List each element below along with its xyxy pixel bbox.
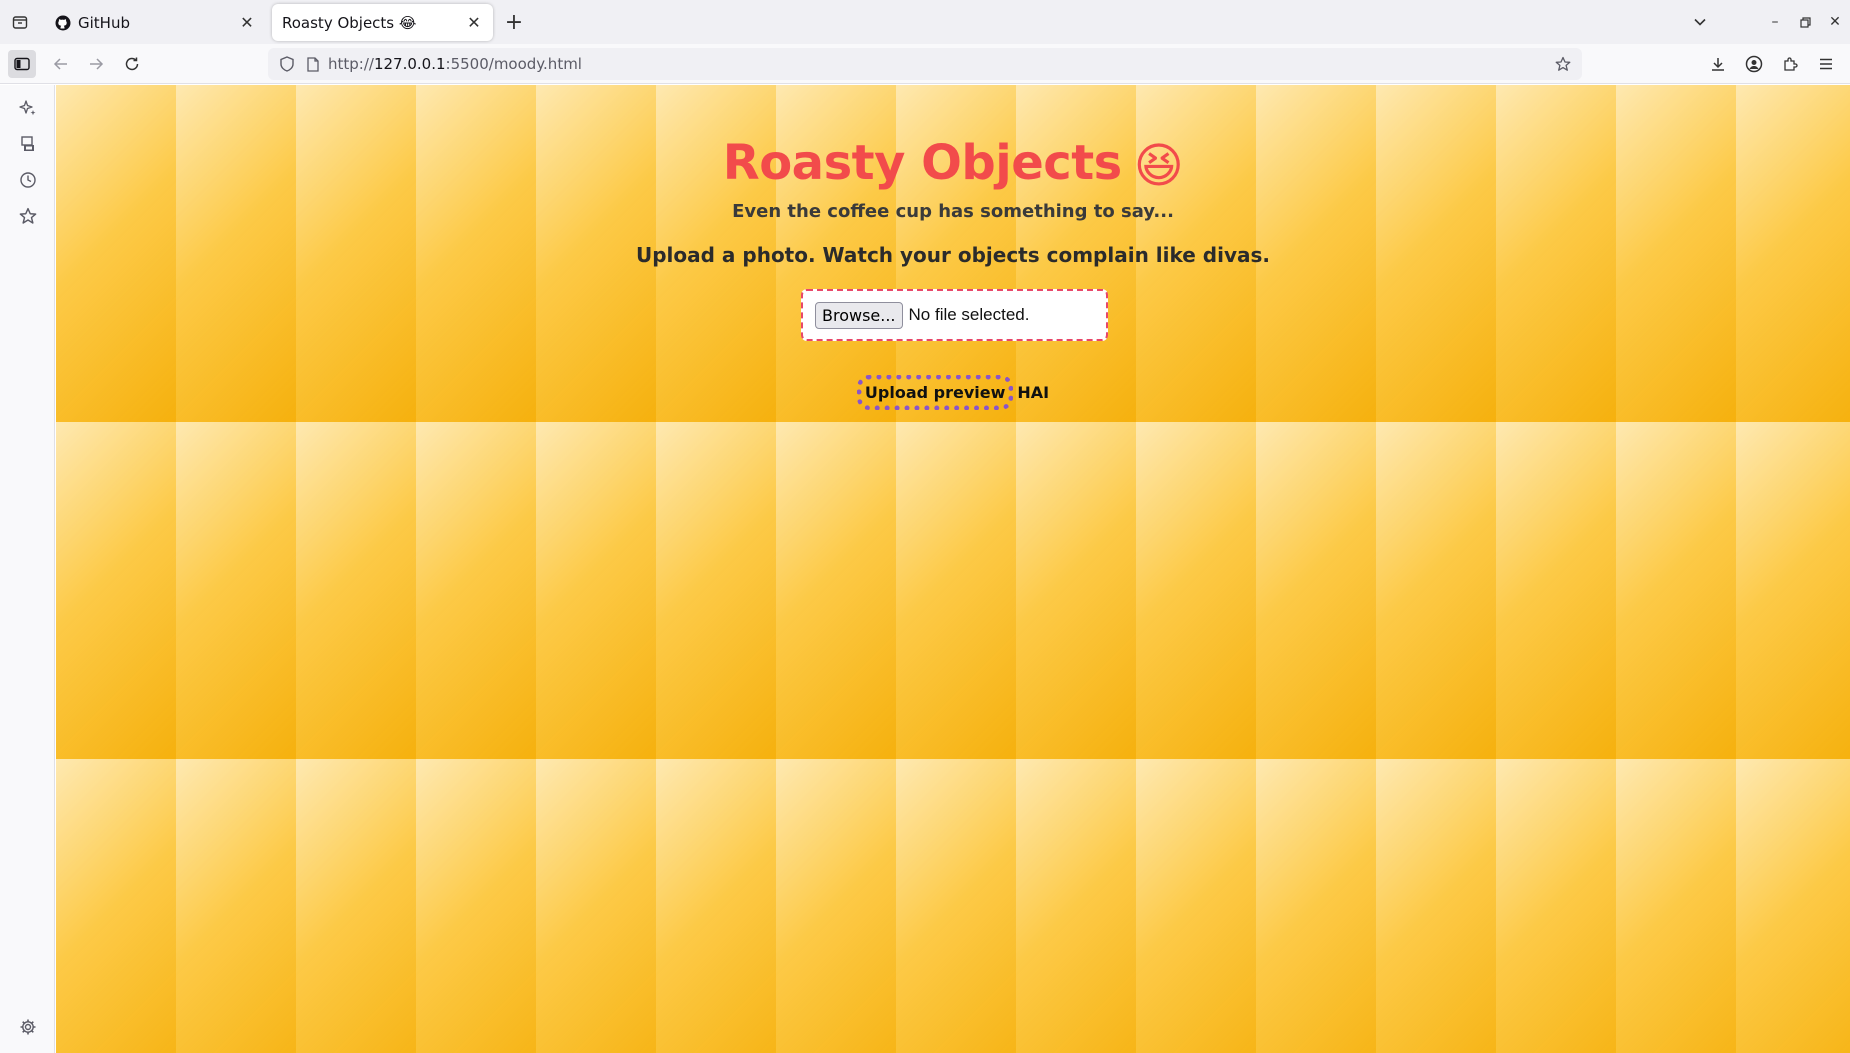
github-icon	[54, 14, 72, 32]
chevron-down-icon[interactable]	[1688, 11, 1712, 33]
preview-area: Upload preview HAI	[56, 375, 1850, 410]
tab-roasty-objects[interactable]: Roasty Objects 😂 ✕	[272, 4, 493, 41]
settings-gear-icon[interactable]	[16, 1015, 40, 1039]
close-icon[interactable]: ✕	[465, 13, 483, 32]
forward-arrow-icon[interactable]	[82, 50, 110, 78]
page-viewport: Roasty Objects 😆 Even the coffee cup has …	[56, 85, 1850, 1053]
reload-icon[interactable]	[118, 50, 146, 78]
shield-icon[interactable]	[276, 53, 298, 75]
file-status-text: No file selected.	[908, 305, 1030, 324]
synced-tabs-icon[interactable]	[16, 132, 40, 156]
restore-icon[interactable]	[1790, 7, 1820, 37]
bookmarks-star-icon[interactable]	[16, 204, 40, 228]
tab-strip: GitHub ✕ Roasty Objects 😂 ✕ + – ✕	[0, 0, 1850, 44]
hai-text: HAI	[1017, 383, 1050, 402]
sidebar-toggle-icon[interactable]	[8, 50, 36, 78]
new-tab-button[interactable]: +	[502, 10, 526, 35]
account-icon[interactable]	[1740, 50, 1768, 78]
file-upload-input[interactable]: Browse... No file selected.	[801, 289, 1108, 341]
extensions-icon[interactable]	[1776, 50, 1804, 78]
close-icon[interactable]: ✕	[238, 13, 256, 32]
history-clock-icon[interactable]	[16, 168, 40, 192]
upload-preview-image: Upload preview	[856, 375, 1014, 410]
close-window-icon[interactable]: ✕	[1820, 7, 1850, 37]
page-subtitle: Even the coffee cup has something to say…	[732, 201, 1174, 222]
tab-github[interactable]: GitHub ✕	[44, 4, 266, 41]
minimize-icon[interactable]: –	[1760, 7, 1790, 37]
browse-button[interactable]: Browse...	[815, 301, 903, 329]
laughing-emoji: 😆	[1133, 138, 1184, 194]
tab-title: Roasty Objects 😂	[282, 13, 417, 32]
url-text: http://127.0.0.1:5500/moody.html	[328, 55, 582, 73]
menu-icon[interactable]	[1812, 50, 1840, 78]
navigation-bar: http://127.0.0.1:5500/moody.html	[0, 44, 1850, 84]
address-bar[interactable]: http://127.0.0.1:5500/moody.html	[268, 48, 1582, 80]
ai-chatbot-icon[interactable]	[16, 96, 40, 120]
page-title: Roasty Objects 😆	[722, 135, 1184, 194]
page-tagline: Upload a photo. Watch your objects compl…	[636, 243, 1270, 267]
download-icon[interactable]	[1704, 50, 1732, 78]
window-controls: – ✕	[1760, 0, 1850, 44]
browser-sidebar	[0, 85, 55, 1053]
back-arrow-icon[interactable]	[47, 50, 75, 78]
tab-title: GitHub	[78, 13, 130, 32]
tab-list-icon[interactable]	[8, 11, 32, 33]
bookmark-star-icon[interactable]	[1552, 53, 1574, 75]
page-icon	[302, 53, 324, 75]
browser-window: GitHub ✕ Roasty Objects 😂 ✕ + – ✕ http:/…	[0, 0, 1850, 1053]
